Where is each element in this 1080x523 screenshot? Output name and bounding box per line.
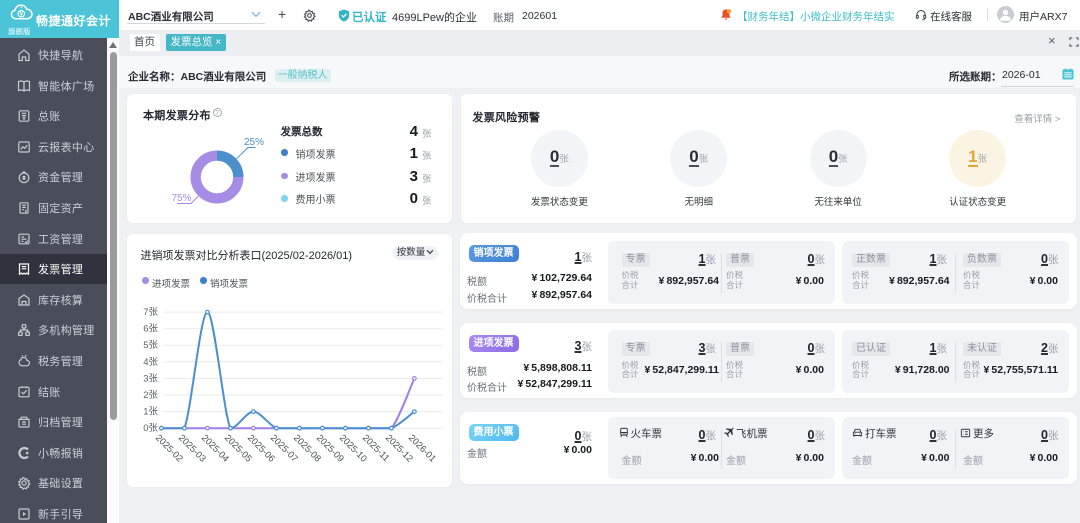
svg-text:1张: 1张 bbox=[143, 407, 158, 418]
svg-text:75%: 75% bbox=[171, 193, 191, 204]
svg-text:7张: 7张 bbox=[143, 307, 158, 318]
svg-text:3张: 3张 bbox=[143, 373, 158, 384]
svg-text:2张: 2张 bbox=[143, 390, 158, 401]
svg-text:25%: 25% bbox=[244, 137, 264, 148]
svg-text:5张: 5张 bbox=[143, 340, 158, 351]
svg-text:0张: 0张 bbox=[143, 423, 158, 434]
svg-text:6张: 6张 bbox=[143, 324, 158, 335]
svg-text:4张: 4张 bbox=[143, 357, 158, 368]
